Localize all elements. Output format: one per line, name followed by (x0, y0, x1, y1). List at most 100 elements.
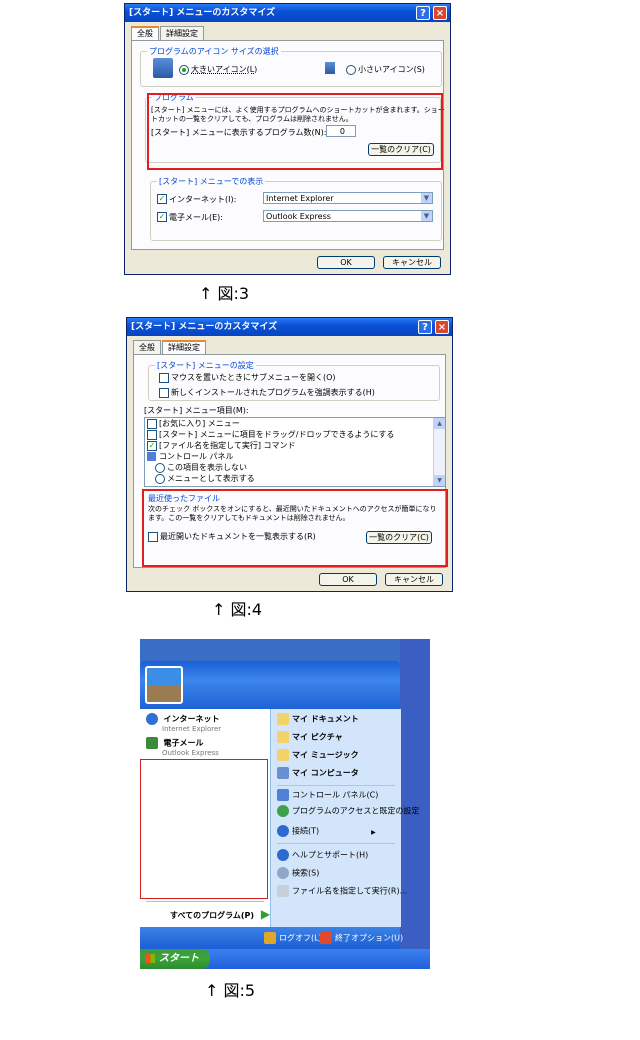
list-item[interactable]: ✓ [ファイル名を指定して実行] コマンド (145, 440, 445, 451)
folder-icon (277, 749, 289, 761)
tab-strip: 全般 詳細設定 (133, 340, 207, 354)
windows-logo-icon (146, 953, 155, 963)
start-menu-footer: ログオフ(L) 終了オプション(U) (140, 927, 403, 949)
large-icon-preview-icon (153, 58, 173, 78)
list-recent-documents-label: 最近開いたドキュメントを一覧表示する(R) (160, 532, 316, 541)
clear-recent-button[interactable]: 一覧のクリア(C) (366, 531, 432, 544)
highlight-new-programs-checkbox[interactable] (159, 388, 169, 398)
all-programs-separator (146, 901, 264, 902)
cancel-button[interactable]: キャンセル (385, 573, 443, 586)
list-item: コントロール パネル (145, 451, 445, 462)
large-icon-label: 大きいアイコン(L) (191, 65, 258, 74)
folder-icon (277, 731, 289, 743)
my-computer-label: マイ コンピュータ (292, 768, 359, 778)
list-item[interactable]: メニューとして表示する (145, 473, 445, 484)
tab-advanced[interactable]: 詳細設定 (162, 340, 206, 354)
list-item[interactable]: [スタート] メニューに項目をドラッグ/ドロップできるようにする (145, 429, 445, 440)
pinned-internet-title: インターネット (163, 714, 220, 724)
close-button[interactable]: × (435, 320, 449, 334)
computer-icon (277, 767, 289, 779)
close-button[interactable]: × (433, 6, 447, 20)
logoff-button[interactable]: ログオフ(L) (264, 932, 322, 944)
recent-files-group-title: 最近使ったファイル (148, 494, 220, 503)
menu-items-label: [スタート] メニュー項目(M): (144, 406, 249, 415)
help-button[interactable]: ? (416, 6, 430, 20)
play-arrow-icon: ▶ (260, 907, 271, 921)
tab-advanced[interactable]: 詳細設定 (160, 26, 204, 40)
list-item-radio[interactable] (155, 463, 165, 473)
scroll-up-icon[interactable]: ▲ (434, 418, 445, 429)
dialog-title: [スタート] メニューのカスタマイズ (129, 8, 276, 18)
pinned-internet-item[interactable]: インターネット Internet Explorer (146, 713, 221, 733)
internet-checkbox[interactable]: ✓ (157, 194, 167, 204)
icon-size-group: プログラムのアイコン サイズの選択 大きいアイコン(L) 小さいアイコン(S) (140, 46, 442, 87)
my-music-label: マイ ミュージック (292, 750, 359, 760)
help-button[interactable]: ? (418, 320, 432, 334)
email-label: 電子メール(E): (169, 213, 223, 222)
my-music-item[interactable]: マイ ミュージック (277, 749, 359, 761)
tab-general[interactable]: 全般 (131, 26, 159, 40)
list-item-checkbox[interactable] (147, 419, 157, 429)
internet-label: インターネット(I): (169, 195, 237, 204)
menu-settings-group: [スタート] メニューの設定 マウスを置いたときにサブメニューを開く(O) 新し… (148, 360, 440, 401)
all-programs-button[interactable]: すべてのプログラム(P) ▶ (170, 907, 270, 921)
connect-item[interactable]: 接続(T) ▶ (277, 825, 376, 837)
control-panel-item[interactable]: コントロール パネル(C) (277, 789, 378, 801)
show-on-menu-group: [スタート] メニューでの表示 ✓ インターネット(I): Internet E… (150, 176, 442, 241)
shutdown-button[interactable]: 終了オプション(U) (320, 932, 403, 944)
list-item[interactable]: この項目を表示しない (145, 462, 445, 473)
submenu-hover-checkbox[interactable] (159, 373, 169, 383)
small-icon-radio[interactable] (346, 65, 356, 75)
search-item[interactable]: 検索(S) (277, 867, 319, 879)
ok-button[interactable]: OK (317, 256, 375, 269)
user-avatar[interactable] (145, 666, 183, 704)
scroll-down-icon[interactable]: ▼ (434, 475, 445, 486)
my-documents-item[interactable]: マイ ドキュメント (277, 713, 359, 725)
icon-size-group-title: プログラムのアイコン サイズの選択 (147, 46, 281, 57)
start-menu-left-pane: インターネット Internet Explorer 電子メール Outlook … (140, 709, 270, 927)
list-item-label: [スタート] メニューに項目をドラッグ/ドロップできるようにする (159, 430, 395, 439)
my-computer-item[interactable]: マイ コンピュータ (277, 767, 359, 779)
all-programs-label: すべてのプログラム(P) (170, 911, 255, 920)
chevron-down-icon[interactable]: ▼ (421, 211, 432, 221)
large-icon-radio[interactable] (179, 65, 189, 75)
menu-items-list[interactable]: [お気に入り] メニュー [スタート] メニューに項目をドラッグ/ドロップできる… (144, 417, 446, 487)
list-item-label: コントロール パネル (159, 452, 234, 461)
submenu-hover-label: マウスを置いたときにサブメニューを開く(O) (171, 373, 336, 382)
email-checkbox[interactable]: ✓ (157, 212, 167, 222)
list-item-checkbox[interactable]: ✓ (147, 441, 157, 451)
search-icon (277, 867, 289, 879)
help-support-item[interactable]: ヘルプとサポート(H) (277, 849, 368, 861)
list-item-radio[interactable] (155, 474, 165, 484)
recent-files-description-line2: ます。この一覧をクリアしてもドキュメントは削除されません。 (148, 514, 350, 522)
email-client-select[interactable]: Outlook Express ▼ (263, 210, 433, 222)
tab-panel: [スタート] メニューの設定 マウスを置いたときにサブメニューを開く(O) 新し… (133, 354, 448, 568)
tab-general[interactable]: 全般 (133, 340, 161, 354)
customize-start-menu-dialog-advanced: [スタート] メニューのカスタマイズ ? × 全般 詳細設定 [スタート] メニ… (126, 317, 453, 592)
ok-button[interactable]: OK (319, 573, 377, 586)
email-client-value: Outlook Express (266, 212, 331, 221)
desktop-background (400, 639, 430, 969)
pinned-internet-sub: Internet Explorer (162, 725, 222, 733)
list-item-checkbox[interactable] (147, 430, 157, 440)
list-recent-documents-checkbox[interactable] (148, 532, 158, 542)
my-documents-label: マイ ドキュメント (292, 714, 359, 724)
start-button[interactable]: スタート (140, 949, 210, 969)
cancel-button[interactable]: キャンセル (383, 256, 441, 269)
tab-strip: 全般 詳細設定 (131, 26, 205, 40)
pinned-email-item[interactable]: 電子メール Outlook Express (146, 737, 219, 757)
internet-browser-select[interactable]: Internet Explorer ▼ (263, 192, 433, 204)
shutdown-label: 終了オプション(U) (335, 933, 404, 943)
chevron-down-icon[interactable]: ▼ (421, 193, 432, 203)
my-pictures-item[interactable]: マイ ピクチャ (277, 731, 343, 743)
start-menu-screenshot: インターネット Internet Explorer 電子メール Outlook … (140, 639, 430, 969)
start-menu-right-pane: マイ ドキュメント マイ ピクチャ マイ ミュージック マイ コンピュータ コン… (270, 709, 419, 927)
program-access-icon (277, 805, 289, 817)
list-item-label: メニューとして表示する (167, 474, 255, 483)
run-icon (277, 885, 289, 897)
program-access-item[interactable]: プログラムのアクセスと既定の設定 (277, 805, 419, 817)
list-scrollbar[interactable]: ▲ ▼ (433, 418, 445, 486)
list-item[interactable]: [お気に入り] メニュー (145, 418, 445, 429)
customize-start-menu-dialog-general: [スタート] メニューのカスタマイズ ? × 全般 詳細設定 プログラムのアイコ… (124, 3, 451, 275)
run-item[interactable]: ファイル名を指定して実行(R)... (277, 885, 407, 897)
